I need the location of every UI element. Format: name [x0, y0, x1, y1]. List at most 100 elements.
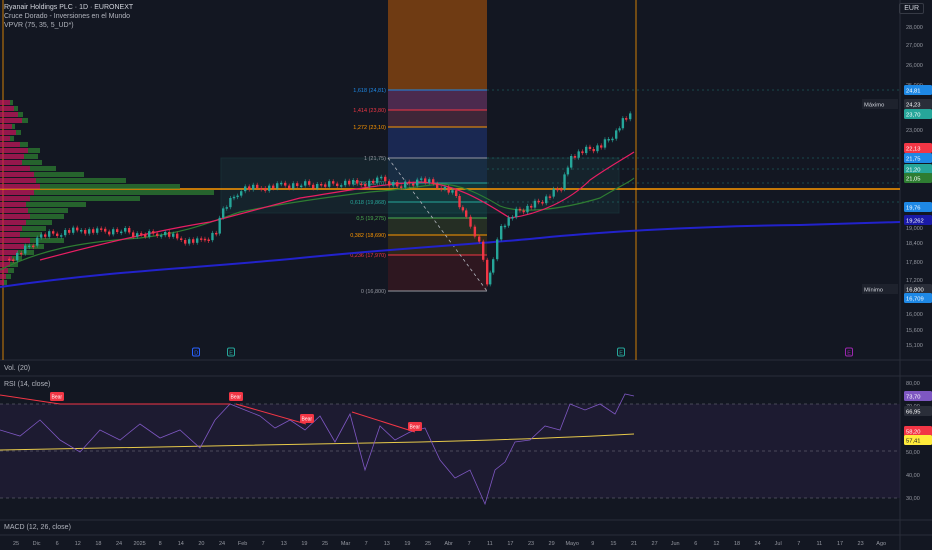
indicator-label-vpvr[interactable]: VPVR (75, 35, 5_UD*): [4, 22, 74, 29]
candle[interactable]: [88, 229, 91, 234]
candle[interactable]: [280, 182, 283, 185]
candle[interactable]: [200, 238, 203, 240]
candle[interactable]: [64, 230, 67, 236]
candle[interactable]: [236, 195, 239, 198]
candle[interactable]: [376, 177, 379, 184]
candle[interactable]: [603, 139, 607, 148]
candle[interactable]: [420, 178, 423, 180]
candle[interactable]: [211, 232, 214, 241]
candle[interactable]: [256, 184, 259, 188]
candle[interactable]: [324, 184, 327, 187]
candle[interactable]: [611, 138, 614, 141]
candle[interactable]: [518, 208, 522, 211]
candle[interactable]: [368, 180, 371, 187]
candle[interactable]: [503, 225, 507, 228]
candle[interactable]: [522, 210, 525, 213]
candle[interactable]: [585, 146, 588, 154]
candle[interactable]: [225, 207, 228, 209]
candle[interactable]: [404, 181, 407, 188]
candle[interactable]: [292, 183, 295, 189]
candle[interactable]: [372, 180, 375, 184]
candle[interactable]: [458, 196, 461, 208]
candle[interactable]: [132, 232, 135, 237]
candle[interactable]: [556, 188, 559, 191]
candle[interactable]: [621, 118, 625, 129]
candle[interactable]: [120, 231, 123, 234]
candle[interactable]: [478, 236, 481, 242]
candle[interactable]: [272, 185, 275, 189]
candle[interactable]: [32, 245, 35, 248]
candle[interactable]: [560, 189, 563, 191]
candle[interactable]: [196, 238, 199, 243]
price-chart[interactable]: 1,618 (24,81) 1,414 (23,80) 1,272 (23,10) 1…: [0, 0, 932, 550]
candle[interactable]: [222, 208, 225, 218]
candle[interactable]: [232, 196, 236, 199]
candle[interactable]: [328, 181, 331, 187]
candle[interactable]: [160, 235, 163, 237]
candle[interactable]: [215, 232, 218, 235]
candle[interactable]: [92, 229, 95, 233]
candle[interactable]: [16, 252, 19, 261]
candle[interactable]: [563, 174, 566, 190]
candle[interactable]: [348, 180, 351, 185]
candle[interactable]: [570, 156, 573, 168]
candle[interactable]: [629, 113, 632, 120]
candle[interactable]: [36, 237, 39, 246]
candle[interactable]: [184, 240, 187, 244]
candle[interactable]: [436, 183, 439, 188]
candle[interactable]: [552, 188, 555, 197]
candle[interactable]: [482, 241, 485, 260]
candle[interactable]: [128, 228, 131, 233]
macd-indicator-label[interactable]: MACD (12, 26, close): [4, 524, 71, 531]
candle[interactable]: [515, 208, 518, 218]
candle[interactable]: [316, 184, 319, 189]
candle[interactable]: [489, 272, 492, 285]
candle[interactable]: [384, 176, 387, 182]
candle[interactable]: [176, 233, 179, 239]
candle[interactable]: [600, 145, 603, 148]
candle[interactable]: [530, 205, 533, 208]
candle[interactable]: [84, 230, 87, 234]
candle[interactable]: [336, 183, 339, 186]
candle[interactable]: [244, 186, 247, 192]
candle[interactable]: [12, 259, 15, 262]
candle[interactable]: [455, 190, 458, 196]
candle[interactable]: [392, 182, 395, 186]
candle[interactable]: [511, 217, 514, 219]
candle[interactable]: [469, 216, 472, 227]
candle[interactable]: [296, 183, 299, 186]
candle[interactable]: [164, 232, 167, 236]
candle[interactable]: [340, 185, 343, 187]
candle[interactable]: [577, 151, 580, 158]
candle[interactable]: [360, 183, 363, 186]
candle[interactable]: [24, 245, 27, 254]
candle[interactable]: [180, 238, 183, 240]
candle[interactable]: [545, 196, 548, 204]
candle[interactable]: [332, 181, 335, 184]
candle[interactable]: [124, 228, 127, 232]
candle[interactable]: [140, 233, 143, 235]
candle[interactable]: [451, 190, 454, 193]
candle[interactable]: [380, 176, 383, 179]
candle[interactable]: [229, 198, 232, 208]
candle[interactable]: [356, 180, 359, 184]
candle[interactable]: [276, 183, 279, 189]
candle[interactable]: [533, 200, 537, 208]
candle[interactable]: [284, 182, 287, 186]
candle[interactable]: [248, 186, 251, 190]
candle[interactable]: [440, 188, 443, 190]
candle[interactable]: [192, 239, 195, 243]
candle[interactable]: [218, 217, 221, 234]
candle[interactable]: [615, 130, 618, 139]
candle[interactable]: [40, 234, 43, 238]
candle[interactable]: [300, 185, 303, 188]
candle[interactable]: [156, 233, 159, 236]
volume-indicator-label[interactable]: Vol. (20): [4, 365, 30, 372]
candle[interactable]: [144, 234, 147, 237]
candle[interactable]: [148, 231, 151, 237]
candle[interactable]: [492, 259, 495, 273]
candle[interactable]: [288, 185, 291, 189]
candle[interactable]: [108, 231, 111, 235]
candle[interactable]: [28, 245, 31, 248]
candle[interactable]: [432, 179, 435, 184]
